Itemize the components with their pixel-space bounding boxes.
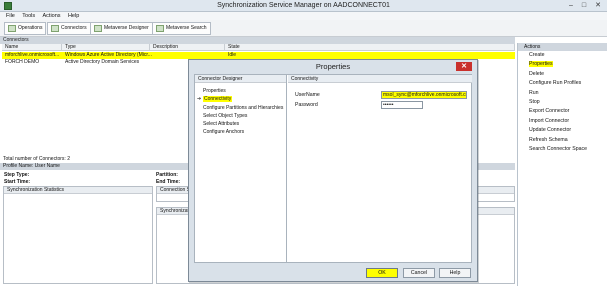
- connectivity-panel: Connectivity UserName msol_sync@mforchli…: [288, 75, 472, 262]
- action-stop[interactable]: Stop: [518, 98, 607, 107]
- metaverse-designer-icon: [94, 25, 102, 32]
- partition-label: Partition:: [156, 172, 178, 178]
- menu-tools[interactable]: Tools: [22, 12, 35, 20]
- action-refresh-schema[interactable]: Refresh Schema: [518, 136, 607, 145]
- actions-pane: Actions Create Properties Delete Configu…: [517, 43, 607, 286]
- password-label: Password: [295, 102, 318, 108]
- minimize-button[interactable]: –: [565, 1, 577, 10]
- action-configure-run-profiles[interactable]: Configure Run Profiles: [518, 79, 607, 88]
- designer-item-configure-anchors[interactable]: Configure Anchors: [195, 128, 286, 136]
- operations-label: Operations: [18, 25, 43, 31]
- action-run[interactable]: Run: [518, 89, 607, 98]
- connectors-icon: [51, 25, 59, 32]
- menu-bar: File Tools Actions Help: [0, 12, 607, 20]
- metaverse-designer-label: Metaverse Designer: [104, 25, 149, 31]
- operations-icon: [8, 25, 16, 32]
- menu-help[interactable]: Help: [68, 12, 79, 20]
- row-type: Active Directory Domain Services: [65, 59, 140, 65]
- designer-item-connectivity-label: Connectivity: [203, 96, 233, 103]
- action-import-connector[interactable]: Import Connector: [518, 117, 607, 126]
- connector-count: Total number of Connectors: 2: [3, 156, 70, 162]
- action-create-label: Create: [529, 52, 545, 58]
- row-name: FORCH DEMO: [5, 59, 40, 65]
- username-field[interactable]: msol_sync@mforchlive.onmicrosoft.com: [381, 91, 467, 99]
- ok-button[interactable]: OK: [366, 268, 398, 278]
- sync-statistics-pane: Synchronization Statistics: [3, 186, 153, 284]
- connectors-button[interactable]: Connectors: [47, 22, 91, 35]
- window-title: Synchronization Service Manager on AADCO…: [217, 2, 390, 9]
- action-configure-run-profiles-label: Configure Run Profiles: [529, 80, 582, 87]
- action-search-connector-space-label: Search Connector Space: [529, 145, 587, 152]
- dialog-body: Connector Designer Properties ➔ Connectiv…: [194, 74, 472, 263]
- properties-dialog: Properties ✕ Connector Designer Properti…: [188, 59, 478, 282]
- action-search-connector-space[interactable]: Search Connector Space: [518, 145, 607, 154]
- column-name[interactable]: Name: [2, 44, 62, 51]
- connectors-section-label: Connectors: [0, 37, 515, 44]
- action-delete[interactable]: Delete: [518, 70, 607, 79]
- metaverse-search-button[interactable]: Metaverse Search: [152, 22, 211, 35]
- action-create[interactable]: Create: [518, 51, 607, 60]
- metaverse-search-label: Metaverse Search: [166, 25, 207, 31]
- maximize-button[interactable]: □: [578, 1, 590, 10]
- designer-item-configure-partitions[interactable]: Configure Partitions and Hierarchies: [195, 104, 286, 112]
- username-label: UserName: [295, 92, 320, 98]
- action-properties[interactable]: Properties: [518, 60, 607, 69]
- connectors-label: Connectors: [61, 25, 87, 31]
- row-state: Idle: [228, 52, 237, 58]
- action-update-connector[interactable]: Update Connector: [518, 126, 607, 135]
- profile-header-label: Profile Name: User Name: [3, 163, 60, 169]
- action-properties-label: Properties: [529, 61, 553, 68]
- operations-button[interactable]: Operations: [4, 22, 47, 35]
- column-state[interactable]: State: [225, 44, 515, 51]
- step-type-label: Step Type:: [4, 172, 30, 178]
- connector-designer-header: Connector Designer: [195, 75, 286, 83]
- cancel-button[interactable]: Cancel: [403, 268, 435, 278]
- metaverse-search-icon: [156, 25, 164, 32]
- title-bar: Synchronization Service Manager on AADCO…: [0, 0, 607, 12]
- password-field[interactable]: ••••••: [381, 101, 423, 109]
- toolbar: Operations Connectors Metaverse Designer…: [0, 20, 607, 37]
- end-time-label: End Time:: [156, 179, 181, 185]
- action-run-label: Run: [529, 89, 539, 96]
- action-update-connector-label: Update Connector: [529, 127, 572, 134]
- action-import-connector-label: Import Connector: [529, 117, 570, 124]
- row-type: Windows Azure Active Directory (Micr...: [65, 52, 152, 58]
- close-button[interactable]: ✕: [591, 1, 605, 10]
- row-name: mforchlive.onmicrosoft...: [5, 52, 60, 58]
- designer-item-properties[interactable]: Properties: [195, 87, 286, 95]
- designer-item-connectivity[interactable]: ➔ Connectivity: [195, 95, 286, 103]
- metaverse-designer-button[interactable]: Metaverse Designer: [90, 22, 153, 35]
- connector-designer-panel: Connector Designer Properties ➔ Connectiv…: [195, 75, 287, 262]
- designer-item-select-object-types[interactable]: Select Object Types: [195, 112, 286, 120]
- row-description: [156, 52, 225, 59]
- action-refresh-schema-label: Refresh Schema: [529, 136, 568, 143]
- menu-file[interactable]: File: [6, 12, 15, 20]
- actions-header: Actions: [518, 43, 607, 51]
- dialog-close-button[interactable]: ✕: [456, 62, 472, 71]
- action-stop-label: Stop: [529, 98, 540, 105]
- action-delete-label: Delete: [529, 70, 544, 77]
- connectivity-header: Connectivity: [288, 75, 472, 83]
- help-button[interactable]: Help: [439, 268, 471, 278]
- action-export-connector[interactable]: Export Connector: [518, 107, 607, 116]
- action-export-connector-label: Export Connector: [529, 108, 570, 115]
- table-row[interactable]: mforchlive.onmicrosoft... Windows Azure …: [2, 52, 515, 59]
- column-description[interactable]: Description: [150, 44, 225, 51]
- column-type[interactable]: Type: [62, 44, 150, 51]
- sync-statistics-header: Synchronization Statistics: [4, 187, 152, 194]
- designer-item-select-attributes[interactable]: Select Attributes: [195, 120, 286, 128]
- dialog-title: Properties: [315, 62, 351, 71]
- start-time-label: Start Time:: [4, 179, 31, 185]
- menu-actions[interactable]: Actions: [43, 12, 61, 20]
